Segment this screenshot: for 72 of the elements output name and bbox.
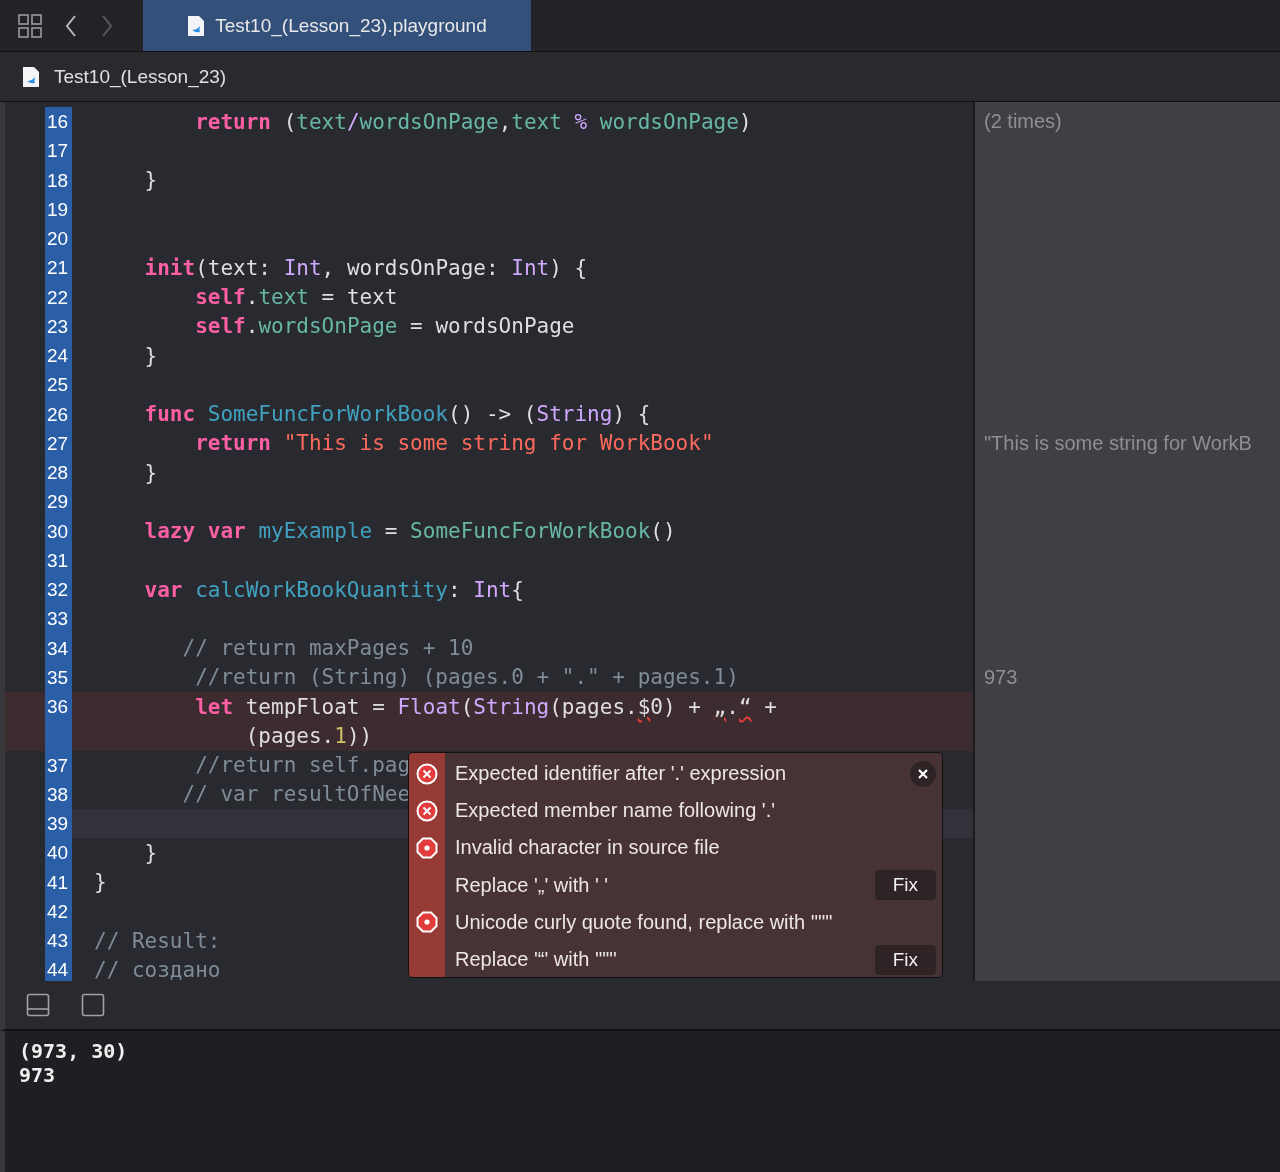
code-line: var calcWorkBookQuantity: Int{ xyxy=(143,577,524,602)
issue-message[interactable]: Replace '„' with ' ' xyxy=(445,873,609,897)
code-line: //return self.pag xyxy=(194,753,411,778)
console-output: (973, 30) xyxy=(19,1039,129,1063)
line-number: 32 xyxy=(45,575,72,605)
code-line: } xyxy=(143,168,158,193)
line-number: 21 xyxy=(45,253,72,283)
square-icon[interactable] xyxy=(81,993,105,1017)
code-line: //return (String) (pages.0 + "." + pages.1) xyxy=(194,665,739,690)
line-number: 30 xyxy=(45,516,72,546)
code-line: } xyxy=(143,840,158,865)
line-number: 25 xyxy=(45,370,72,400)
code-line: self.text = text xyxy=(194,285,398,310)
file-tab[interactable]: Test10_(Lesson_23).playground xyxy=(143,0,531,51)
line-number: 44 xyxy=(45,955,72,981)
fix-button[interactable]: Fix xyxy=(874,870,936,901)
line-number: 42 xyxy=(45,896,72,926)
close-button[interactable] xyxy=(910,760,936,787)
line-number: 23 xyxy=(45,311,72,341)
line-number: 35 xyxy=(45,662,72,692)
line-number: 16 xyxy=(45,107,72,137)
code-line: // return maxPages + 10 xyxy=(181,636,474,661)
line-number: 33 xyxy=(45,604,72,634)
code-line: let tempFloat = Float(String(pages.$0) + „.“ + xyxy=(194,694,777,719)
line-number: 31 xyxy=(45,545,72,575)
grid-icon[interactable] xyxy=(18,13,42,38)
back-icon[interactable] xyxy=(64,13,78,38)
line-number: 37 xyxy=(45,750,72,780)
line-number: 17 xyxy=(45,136,72,166)
line-number: 28 xyxy=(45,458,72,488)
code-line: init(text: Int, wordsOnPage: Int) { xyxy=(143,255,588,280)
code-line: self.wordsOnPage = wordsOnPage xyxy=(194,314,575,339)
code-line: // создано xyxy=(94,957,221,981)
line-number: 18 xyxy=(45,165,72,195)
line-number: 24 xyxy=(45,341,72,371)
breadcrumb-item[interactable]: Test10_(Lesson_23) xyxy=(54,65,227,88)
line-number: 22 xyxy=(45,282,72,312)
issue-message[interactable]: Unicode curly quote found, replace with '""' xyxy=(445,910,833,934)
line-number: 19 xyxy=(45,194,72,224)
code-line: lazy var myExample = SomeFuncForWorkBook() xyxy=(143,519,676,544)
swift-file-icon xyxy=(22,65,40,88)
close-icon xyxy=(917,767,929,780)
line-number: 26 xyxy=(45,399,72,429)
fix-button[interactable]: Fix xyxy=(874,944,936,975)
code-line: return (text/wordsOnPage,text % wordsOnPage) xyxy=(194,109,752,134)
line-number: 38 xyxy=(45,779,72,809)
line-number: 36 xyxy=(45,692,72,751)
code-line: // Result: xyxy=(94,928,221,953)
line-number: 43 xyxy=(45,926,72,956)
code-line: return "This is some string for WorkBook" xyxy=(194,431,714,456)
issue-message[interactable]: Expected identifier after '.' expression xyxy=(445,762,787,786)
code-line: // var resultOfNee xyxy=(181,782,411,807)
code-line: } xyxy=(143,343,158,368)
line-number: 29 xyxy=(45,487,72,517)
line-number: 34 xyxy=(45,633,72,663)
line-number: 27 xyxy=(45,428,72,458)
error-icon xyxy=(416,762,438,785)
issue-message[interactable]: Expected member name following '.' xyxy=(445,799,775,823)
code-line: } xyxy=(94,870,107,895)
issue-message[interactable]: Replace '“' with '""' xyxy=(445,948,617,972)
swift-file-icon xyxy=(187,14,206,37)
code-line: func SomeFuncForWorkBook() -> (String) { xyxy=(143,402,651,427)
line-number: 39 xyxy=(45,809,72,839)
code-line: (pages.1)) xyxy=(244,723,373,748)
console-output: 973 xyxy=(19,1063,57,1087)
line-number: 41 xyxy=(45,867,72,897)
line-number: 20 xyxy=(45,224,72,254)
error-icon xyxy=(416,799,438,822)
code-line: } xyxy=(143,460,158,485)
panel-toggle-icon[interactable] xyxy=(26,993,50,1017)
line-number: 40 xyxy=(45,838,72,868)
issue-message[interactable]: Invalid character in source file xyxy=(445,836,720,860)
